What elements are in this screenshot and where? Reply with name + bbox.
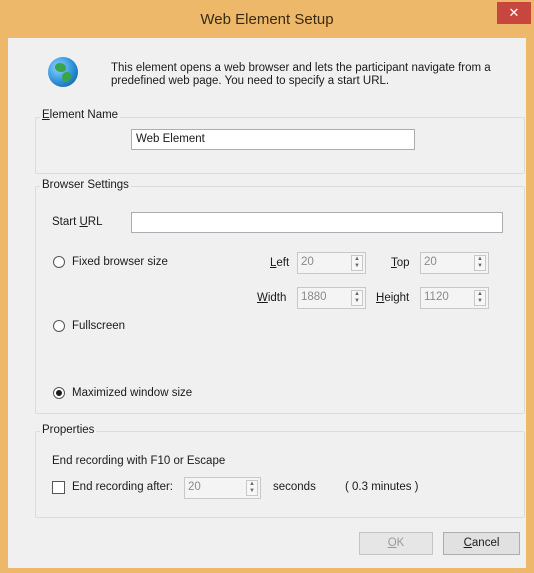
height-stepper[interactable]: 1120 ▲ ▼: [420, 287, 489, 309]
window-title: Web Element Setup: [200, 11, 334, 28]
fullscreen-radio[interactable]: [53, 320, 65, 332]
spin-arrows-icon[interactable]: ▲ ▼: [474, 290, 486, 306]
height-label: Height: [376, 292, 410, 304]
end-recording-seconds-value: 20: [188, 481, 201, 493]
top-stepper[interactable]: 20 ▲ ▼: [420, 252, 489, 274]
close-button[interactable]: ✕: [497, 2, 531, 24]
end-recording-seconds-stepper[interactable]: 20 ▲ ▼: [184, 477, 261, 499]
properties-group: [35, 431, 525, 518]
spin-arrows-icon[interactable]: ▲ ▼: [246, 480, 258, 496]
window-border-left: [0, 38, 8, 568]
ok-button[interactable]: OK: [359, 532, 433, 555]
spin-arrows-icon[interactable]: ▲ ▼: [351, 290, 363, 306]
element-name-input[interactable]: Web Element: [131, 129, 415, 150]
web-element-setup-dialog: Web Element Setup ✕ This element opens a…: [0, 0, 534, 573]
window-border-right: [526, 38, 534, 568]
width-value: 1880: [301, 291, 327, 303]
intro-text: This element opens a web browser and let…: [111, 62, 491, 87]
fixed-browser-size-label[interactable]: Fixed browser size: [72, 256, 168, 268]
top-label: Top: [391, 257, 410, 269]
minutes-label: ( 0.3 minutes ): [345, 481, 419, 493]
fixed-browser-size-radio[interactable]: [53, 256, 65, 268]
width-label: Width: [257, 292, 287, 304]
end-recording-after-checkbox[interactable]: [52, 481, 65, 494]
globe-icon: [48, 57, 78, 87]
title-bar[interactable]: Web Element Setup ✕: [0, 0, 534, 38]
spin-arrows-icon[interactable]: ▲ ▼: [474, 255, 486, 271]
fullscreen-label[interactable]: Fullscreen: [72, 320, 125, 332]
browser-settings-group-title: Browser Settings: [40, 179, 131, 191]
start-url-input[interactable]: [131, 212, 503, 233]
top-value: 20: [424, 256, 437, 268]
left-stepper[interactable]: 20 ▲ ▼: [297, 252, 366, 274]
left-label: Left: [270, 257, 290, 269]
maximized-window-size-radio[interactable]: [53, 387, 65, 399]
width-stepper[interactable]: 1880 ▲ ▼: [297, 287, 366, 309]
element-name-group-title: Element Name: [40, 109, 121, 121]
properties-group-title: Properties: [40, 424, 97, 436]
start-url-label: Start URL: [52, 216, 103, 228]
maximized-window-size-label[interactable]: Maximized window size: [72, 387, 192, 399]
spin-arrows-icon[interactable]: ▲ ▼: [351, 255, 363, 271]
height-value: 1120: [424, 291, 449, 303]
end-recording-after-label[interactable]: End recording after:: [72, 481, 173, 493]
cancel-button[interactable]: Cancel: [443, 532, 520, 555]
seconds-label: seconds: [273, 481, 316, 493]
left-value: 20: [301, 256, 314, 268]
end-recording-info: End recording with F10 or Escape: [52, 455, 226, 467]
